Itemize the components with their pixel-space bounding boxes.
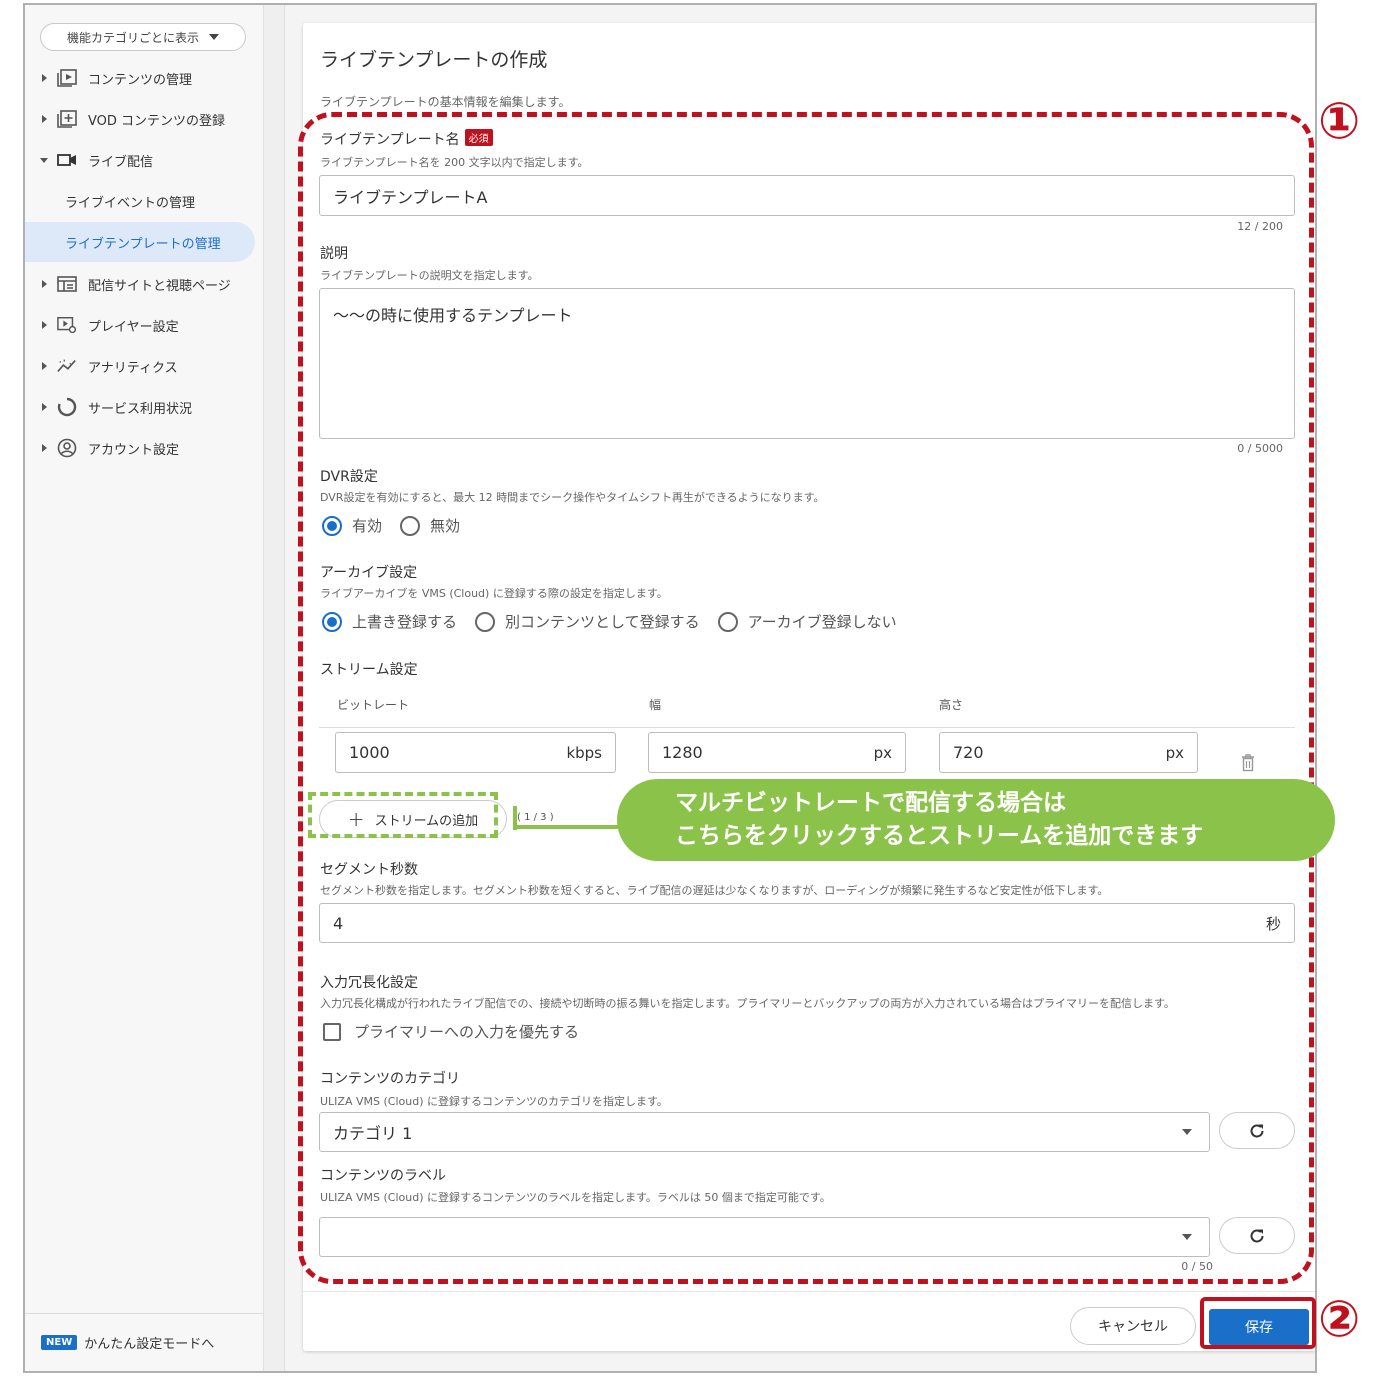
callout-line-2: こちらをクリックするとストリームを追加できます — [675, 823, 1204, 849]
annotation-number-1: ① — [1318, 92, 1361, 150]
sidebar-item-label: コンテンツの管理 — [88, 72, 193, 88]
sidebar-item-live-events[interactable]: ライブイベントの管理 — [25, 181, 255, 221]
sidebar-item-account[interactable]: アカウント設定 — [25, 430, 263, 466]
sidebar-item-delivery-sites[interactable]: 配信サイトと視聴ページ — [25, 266, 263, 302]
sidebar-item-label: 配信サイトと視聴ページ — [88, 278, 231, 294]
sidebar-item-label: サービス利用状況 — [88, 401, 193, 417]
easy-mode-link[interactable]: NEW かんたん設定モードへ — [25, 1313, 263, 1371]
page-description: ライブテンプレートの基本情報を編集します。 — [320, 95, 571, 109]
cancel-button[interactable]: キャンセル — [1070, 1307, 1196, 1345]
sidebar-item-label: VOD コンテンツの登録 — [88, 113, 226, 129]
web-page-icon — [57, 275, 77, 293]
annotation-connector-line — [517, 825, 620, 829]
cancel-label: キャンセル — [1098, 1319, 1168, 1335]
sidebar-item-label: プレイヤー設定 — [88, 319, 179, 335]
easy-mode-label: かんたん設定モードへ — [84, 1337, 215, 1352]
sidebar-item-label: ライブ配信 — [88, 154, 154, 170]
sidebar-item-live[interactable]: ライブ配信 — [25, 142, 263, 178]
player-settings-icon — [57, 316, 77, 334]
category-view-label: 機能カテゴリごとに表示 — [66, 30, 199, 45]
play-library-icon — [57, 69, 77, 87]
chevron-right-icon — [42, 362, 47, 370]
chevron-right-icon — [42, 321, 47, 329]
annotation-number-2: ② — [1318, 1290, 1361, 1348]
footer-divider — [303, 1291, 1315, 1292]
sidebar-item-player-settings[interactable]: プレイヤー設定 — [25, 307, 263, 343]
add-library-icon — [57, 110, 77, 128]
category-view-select[interactable]: 機能カテゴリごとに表示 — [40, 23, 246, 51]
sidebar-item-contents[interactable]: コンテンツの管理 — [25, 60, 263, 96]
analytics-icon — [57, 357, 77, 375]
chevron-right-icon — [42, 74, 47, 82]
sidebar-item-label: ライブイベントの管理 — [65, 195, 196, 211]
annotation-callout: マルチビットレートで配信する場合は こちらをクリックするとストリームを追加できま… — [617, 779, 1335, 861]
chevron-right-icon — [42, 444, 47, 452]
sidebar-item-label: ライブテンプレートの管理 — [65, 236, 221, 252]
sidebar-item-label: アカウント設定 — [88, 442, 180, 458]
sidebar-item-live-templates[interactable]: ライブテンプレートの管理 — [25, 222, 255, 262]
annotation-save-outline — [1200, 1297, 1316, 1349]
annotation-add-stream-outline — [308, 792, 498, 838]
sidebar-item-service-usage[interactable]: サービス利用状況 — [25, 389, 263, 425]
annotation-form-outline — [298, 112, 1314, 1284]
usage-ring-icon — [57, 397, 77, 417]
page-title: ライブテンプレートの作成 — [320, 49, 548, 71]
video-camera-icon — [57, 151, 77, 169]
chevron-right-icon — [42, 403, 47, 411]
account-circle-icon — [57, 438, 77, 458]
callout-line-1: マルチビットレートで配信する場合は — [675, 790, 1066, 816]
chevron-right-icon — [42, 115, 47, 123]
sidebar: 機能カテゴリごとに表示 コンテンツの管理 VOD コンテンツの登録 ライブ配信 — [25, 5, 263, 1371]
new-badge: NEW — [41, 1335, 78, 1350]
sidebar-item-vod-register[interactable]: VOD コンテンツの登録 — [25, 101, 263, 137]
sidebar-item-label: アナリティクス — [88, 360, 178, 376]
chevron-right-icon — [42, 280, 47, 288]
chevron-down-icon — [40, 157, 48, 163]
sidebar-divider — [263, 5, 285, 1371]
chevron-down-icon — [209, 34, 219, 40]
sidebar-item-analytics[interactable]: アナリティクス — [25, 348, 263, 384]
